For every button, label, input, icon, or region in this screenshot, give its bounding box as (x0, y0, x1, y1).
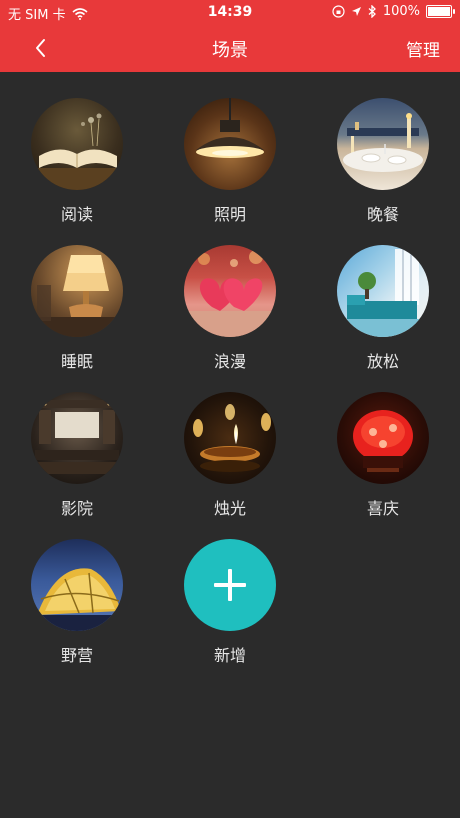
candles-photo (184, 392, 276, 484)
bluetooth-icon (368, 5, 376, 18)
scene-tile-cinema[interactable]: 影院 (17, 392, 137, 522)
add-scene-button[interactable]: 新增 (170, 539, 290, 669)
scene-label: 烛光 (213, 499, 246, 518)
scene-tile-dinner[interactable]: 晚餐 (323, 98, 443, 228)
scene-tile-reading[interactable]: 阅读 (17, 98, 137, 228)
lock-rotation-icon (332, 5, 345, 18)
scene-label: 放松 (366, 352, 399, 371)
location-icon (351, 7, 361, 16)
page-title: 场景 (212, 40, 248, 61)
bedside-lamp-photo (31, 245, 123, 337)
add-scene-label: 新增 (213, 646, 246, 665)
scene-tile-lighting[interactable]: 照明 (170, 98, 290, 228)
scene-label: 睡眠 (60, 352, 93, 371)
status-bar: 无 SIM 卡 14:39 100% (0, 0, 460, 24)
scene-tile-romance[interactable]: 浪漫 (170, 245, 290, 375)
scene-tile-camping[interactable]: 野营 (17, 539, 137, 669)
home-theater-photo (31, 392, 123, 484)
plus-icon-vertical (228, 569, 232, 601)
pendant-lamp-photo (184, 98, 276, 190)
dinner-table-photo (337, 98, 429, 190)
navbar: 场景 管理 (0, 24, 460, 72)
living-room-photo (337, 245, 429, 337)
scene-label: 照明 (213, 205, 246, 224)
hearts-photo (184, 245, 276, 337)
scene-label: 晚餐 (366, 205, 399, 224)
manage-button[interactable]: 管理 (406, 36, 440, 61)
scene-label: 喜庆 (366, 499, 399, 518)
scene-label: 浪漫 (213, 352, 246, 371)
add-scene-circle[interactable] (184, 539, 276, 631)
battery-icon (426, 5, 455, 18)
scene-label: 阅读 (60, 205, 93, 224)
open-book-photo (31, 98, 123, 190)
app-header: 无 SIM 卡 14:39 100% 场景 管理 (0, 0, 460, 72)
tent-photo (31, 539, 123, 631)
scene-tile-candlelight[interactable]: 烛光 (170, 392, 290, 522)
scene-tile-festive[interactable]: 喜庆 (323, 392, 443, 522)
scene-label: 野营 (60, 646, 93, 665)
scene-label: 影院 (60, 499, 93, 518)
scene-tile-relax[interactable]: 放松 (323, 245, 443, 375)
battery-percent: 100% (382, 4, 420, 19)
red-lantern-photo (337, 392, 429, 484)
scene-tile-sleep[interactable]: 睡眠 (17, 245, 137, 375)
